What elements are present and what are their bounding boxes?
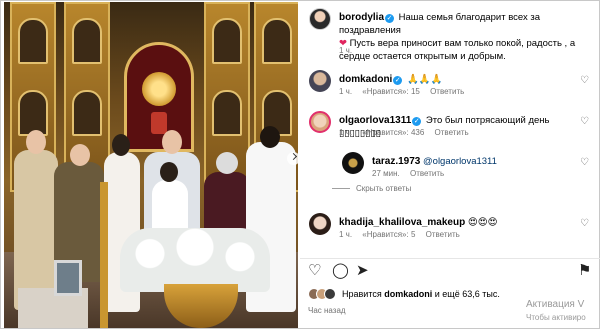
commenter-avatar[interactable] — [309, 213, 331, 235]
likes-prefix: Нравится — [342, 289, 382, 299]
likes-suffix[interactable]: и ещё 63,6 тыс. — [435, 289, 500, 299]
person-head — [112, 134, 130, 156]
comment-time: 1 ч. — [339, 128, 353, 137]
post-time: Час назад — [308, 306, 346, 315]
commenter-username[interactable]: khadija_khalilova_makeup — [339, 217, 465, 228]
windows-activation-watermark: Активация V Чтобы активиро — [526, 298, 586, 324]
reply-button[interactable]: Ответить — [410, 169, 444, 178]
comment-item: domkadoni ✓ 🙏🙏🙏 1 ч. «Нравится»: 15 Ответ… — [309, 70, 596, 100]
heart-outline-icon[interactable]: ♡ — [580, 219, 590, 229]
commenter-avatar[interactable] — [309, 111, 331, 133]
person-head — [160, 162, 178, 182]
comment-item: olgaorlova1311 ✓ Это был потрясающий день… — [309, 111, 596, 141]
mention-link[interactable]: @olgaorlova1311 — [423, 156, 497, 167]
caption-meta: 1 ч. — [339, 46, 360, 55]
caption-time: 1 ч. — [339, 46, 353, 55]
comment-likes[interactable]: «Нравится»: 15 — [362, 87, 420, 96]
likes-user[interactable]: domkadoni — [384, 289, 432, 299]
comments-panel: borodylia ✓ Наша семья благодарит всех за… — [300, 0, 600, 329]
author-username[interactable]: borodylia — [339, 12, 384, 23]
heart-outline-icon[interactable]: ♡ — [580, 158, 590, 168]
comment-likes[interactable]: «Нравится»: 5 — [362, 230, 415, 239]
framed-icon — [54, 260, 82, 296]
commenter-username[interactable]: taraz.1973 — [372, 156, 420, 167]
comment-item: khadija_khalilova_makeup 😍😍😍 1 ч. «Нрави… — [309, 213, 596, 243]
like-heart-icon[interactable]: ♡ — [308, 263, 324, 279]
liker-avatar — [324, 288, 336, 300]
hide-replies-button[interactable]: Скрыть ответы — [332, 184, 411, 193]
post-actions: ♡ ◯ ➤ ⚑ — [308, 263, 594, 283]
caption-text-2: Пусть вера приносит вам только покой, ра… — [339, 38, 576, 62]
verified-badge-icon: ✓ — [393, 76, 403, 85]
golden-emblem — [142, 72, 176, 106]
comment-time: 1 ч. — [339, 87, 353, 96]
reply-button[interactable]: Ответить — [430, 87, 464, 96]
verified-badge-icon: ✓ — [412, 117, 422, 126]
heart-outline-icon[interactable]: ♡ — [580, 76, 590, 86]
person-head — [70, 144, 90, 166]
divider — [300, 258, 600, 259]
commenter-avatar[interactable] — [342, 152, 364, 174]
watermark-line2: Чтобы активиро — [526, 313, 586, 322]
icon-lamp — [151, 112, 167, 134]
reply-item: taraz.1973 @olgaorlova1311 27 мин. Ответ… — [342, 152, 596, 182]
flower-arrangement — [120, 228, 270, 292]
comment-likes[interactable]: «Нравится»: 436 — [362, 128, 424, 137]
share-send-icon[interactable]: ➤ — [356, 263, 372, 279]
comment-text: 😍😍😍 — [467, 217, 498, 228]
post-photo[interactable] — [4, 2, 298, 328]
comment-time: 27 мин. — [372, 169, 400, 178]
next-slide-button[interactable] — [287, 152, 298, 165]
watermark-line1: Активация V — [526, 299, 585, 310]
reply-button[interactable]: Ответить — [426, 230, 460, 239]
author-avatar[interactable] — [309, 8, 331, 30]
person-head — [260, 126, 280, 148]
post-caption: borodylia ✓ Наша семья благодарит всех за… — [309, 8, 596, 62]
bookmark-icon[interactable]: ⚑ — [578, 263, 594, 279]
commenter-avatar[interactable] — [309, 70, 331, 92]
person — [14, 150, 58, 310]
person-head — [26, 130, 46, 154]
reply-button[interactable]: Ответить — [435, 128, 469, 137]
comment-time: 1 ч. — [339, 230, 353, 239]
chevron-right-icon — [289, 152, 298, 161]
commenter-username[interactable]: domkadoni — [339, 74, 392, 85]
heart-outline-icon[interactable]: ♡ — [580, 117, 590, 127]
comment-bubble-icon[interactable]: ◯ — [332, 263, 349, 279]
person-head — [162, 130, 182, 154]
person-head — [216, 152, 238, 174]
commenter-username[interactable]: olgaorlova1311 — [339, 115, 411, 126]
candle-stand — [100, 182, 108, 328]
comment-text: 🙏🙏🙏 — [406, 74, 443, 85]
verified-badge-icon: ✓ — [385, 14, 395, 23]
